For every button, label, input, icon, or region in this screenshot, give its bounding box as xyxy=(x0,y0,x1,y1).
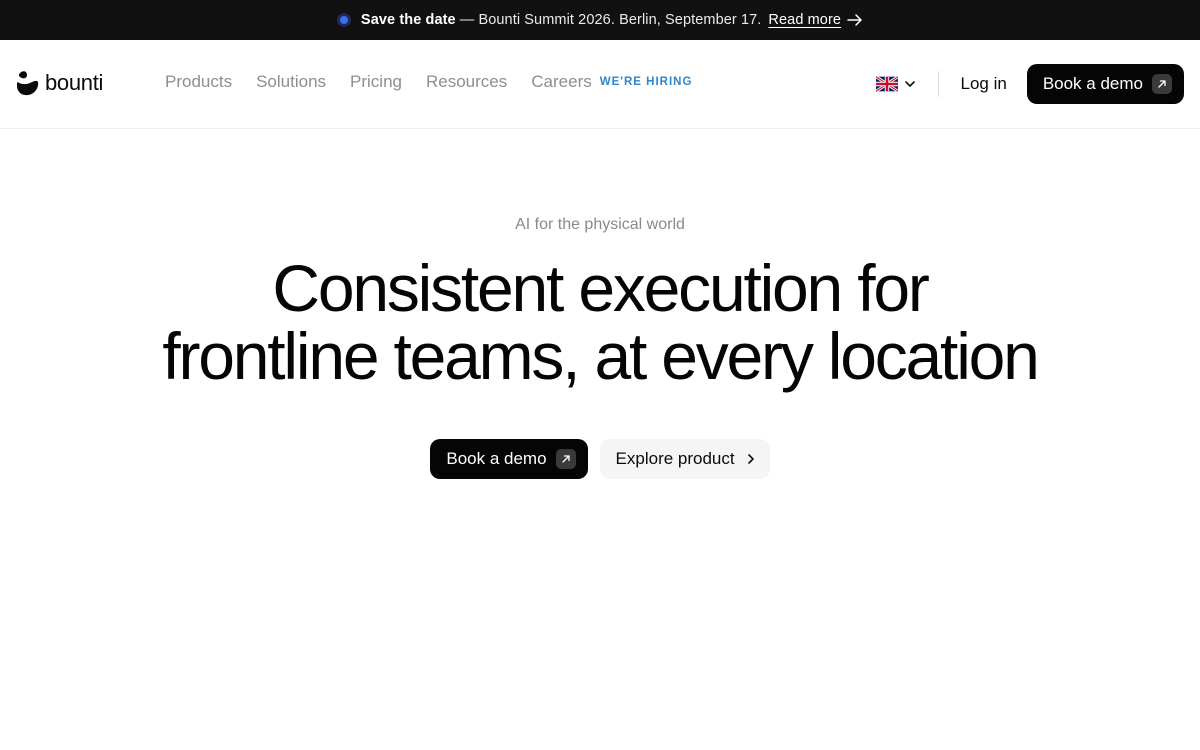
explore-product-button[interactable]: Explore product xyxy=(599,439,770,479)
uk-flag-icon xyxy=(876,76,899,92)
nav-divider xyxy=(938,71,940,97)
hero-headline-line-1: Consistent execution for xyxy=(272,251,929,325)
brand-logo[interactable]: bounti xyxy=(16,69,103,97)
nav-item-pricing[interactable]: Pricing xyxy=(350,72,402,92)
hero-headline: Consistent execution for frontline teams… xyxy=(0,254,1200,390)
external-arrow-icon xyxy=(1152,74,1172,94)
nav-item-solutions[interactable]: Solutions xyxy=(256,72,326,92)
hero-cta-group: Book a demo Explore product xyxy=(0,439,1200,479)
hero-eyebrow: AI for the physical world xyxy=(515,216,685,233)
hero-headline-line-2: frontline teams, at every location xyxy=(162,319,1040,393)
top-navigation: bounti Products Solutions Pricing Resour… xyxy=(0,40,1200,129)
hiring-badge[interactable]: WE'RE HIRING xyxy=(600,76,693,88)
read-more-link[interactable]: Read more xyxy=(768,12,841,28)
announcement-text: — Bounti Summit 2026. Berlin, September … xyxy=(459,12,762,28)
announcement-highlight: Save the date xyxy=(360,12,456,28)
status-dot-icon xyxy=(336,13,351,27)
nav-item-careers[interactable]: Careers xyxy=(531,72,591,92)
bounti-logo-icon xyxy=(17,71,39,96)
nav-item-products[interactable]: Products xyxy=(165,72,232,92)
explore-product-label: Explore product xyxy=(615,449,735,468)
nav-book-demo-label: Book a demo xyxy=(1042,74,1143,93)
arrow-right-icon[interactable] xyxy=(847,13,863,27)
chevron-down-icon xyxy=(905,81,916,87)
external-arrow-icon xyxy=(555,449,576,469)
nav-actions: Log in Book a demo xyxy=(876,64,1184,104)
login-link[interactable]: Log in xyxy=(960,74,1006,94)
hero-book-demo-label: Book a demo xyxy=(446,449,547,468)
main-menu: Products Solutions Pricing Resources Car… xyxy=(165,72,692,92)
chevron-right-icon xyxy=(747,454,754,464)
nav-book-demo-button[interactable]: Book a demo xyxy=(1026,64,1184,104)
hero-book-demo-button[interactable]: Book a demo xyxy=(430,439,588,479)
announcement-bar: Save the date — Bounti Summit 2026. Berl… xyxy=(0,0,1200,40)
brand-name: bounti xyxy=(45,70,104,95)
language-selector[interactable] xyxy=(876,76,916,92)
nav-item-resources[interactable]: Resources xyxy=(426,72,507,92)
